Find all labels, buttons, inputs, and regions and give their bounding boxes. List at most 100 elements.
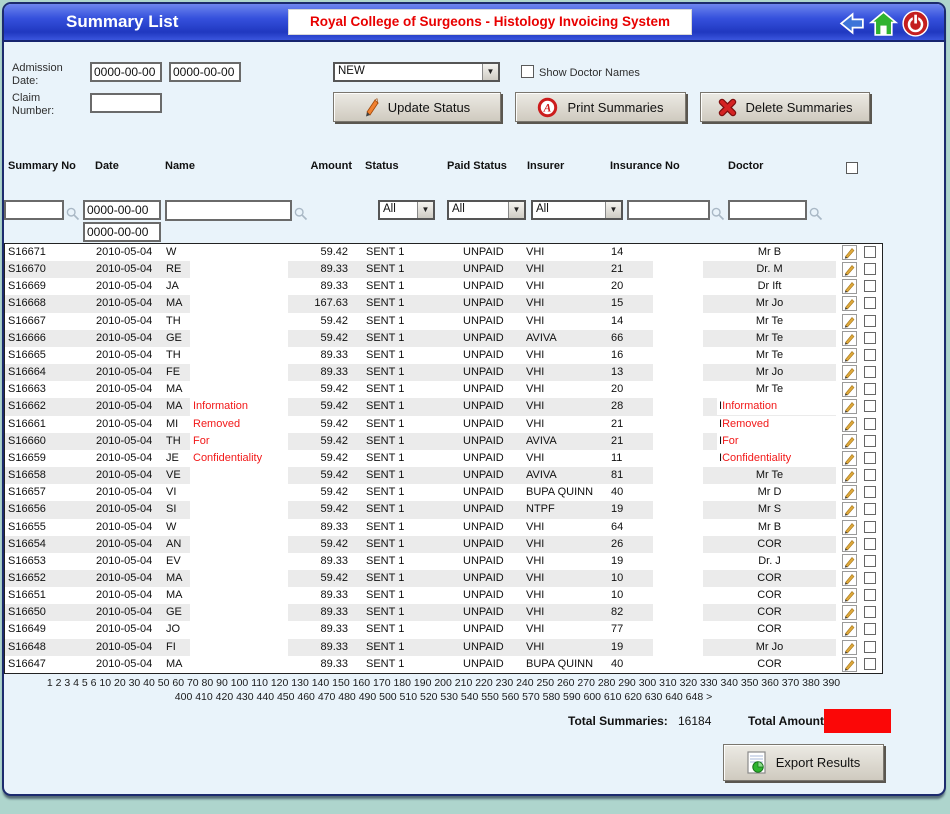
row-checkbox[interactable] — [864, 555, 876, 567]
table-row[interactable]: S16671 2010-05-04 W 59.42 SENT 1 UNPAID … — [5, 244, 882, 261]
row-checkbox[interactable] — [864, 503, 876, 515]
row-checkbox[interactable] — [864, 521, 876, 533]
table-row[interactable]: S16654 2010-05-04 AN 59.42 SENT 1 UNPAID… — [5, 536, 882, 553]
pagination-line-1[interactable]: 1 2 3 4 5 6 10 20 30 40 50 60 70 80 90 1… — [4, 677, 883, 689]
search-name-input[interactable] — [165, 200, 292, 221]
table-row[interactable]: S16657 2010-05-04 VI 59.42 SENT 1 UNPAID… — [5, 484, 882, 501]
claim-number-input[interactable] — [90, 93, 162, 113]
row-checkbox[interactable] — [864, 349, 876, 361]
search-doctor-input[interactable] — [728, 200, 807, 220]
row-checkbox[interactable] — [864, 572, 876, 584]
power-icon[interactable] — [901, 9, 930, 38]
select-all-checkbox[interactable] — [846, 162, 858, 174]
edit-icon[interactable] — [842, 417, 857, 432]
edit-icon[interactable] — [842, 502, 857, 517]
edit-icon[interactable] — [842, 331, 857, 346]
edit-icon[interactable] — [842, 365, 857, 380]
table-row[interactable]: S16651 2010-05-04 MA 89.33 SENT 1 UNPAID… — [5, 587, 882, 604]
row-checkbox[interactable] — [864, 658, 876, 670]
row-checkbox[interactable] — [864, 452, 876, 464]
table-row[interactable]: S16668 2010-05-04 MA 167.63 SENT 1 UNPAI… — [5, 295, 882, 312]
row-checkbox[interactable] — [864, 486, 876, 498]
edit-icon[interactable] — [842, 451, 857, 466]
row-checkbox[interactable] — [864, 435, 876, 447]
search-summary-no-input[interactable] — [4, 200, 64, 220]
edit-icon[interactable] — [842, 485, 857, 500]
table-row[interactable]: S16662 2010-05-04 MA Information 59.42 S… — [5, 398, 882, 415]
update-status-button[interactable]: Update Status — [333, 92, 501, 122]
edit-icon[interactable] — [842, 554, 857, 569]
edit-icon[interactable] — [842, 622, 857, 637]
home-icon[interactable] — [869, 9, 898, 38]
edit-icon[interactable] — [842, 296, 857, 311]
edit-icon[interactable] — [842, 640, 857, 655]
row-checkbox[interactable] — [864, 400, 876, 412]
table-row[interactable]: S16663 2010-05-04 MA 59.42 SENT 1 UNPAID… — [5, 381, 882, 398]
row-checkbox[interactable] — [864, 589, 876, 601]
edit-icon[interactable] — [842, 571, 857, 586]
table-row[interactable]: S16656 2010-05-04 SI 59.42 SENT 1 UNPAID… — [5, 501, 882, 518]
row-checkbox[interactable] — [864, 332, 876, 344]
table-row[interactable]: S16658 2010-05-04 VE 59.42 SENT 1 UNPAID… — [5, 467, 882, 484]
back-icon[interactable] — [837, 9, 866, 38]
table-row[interactable]: S16649 2010-05-04 JO 89.33 SENT 1 UNPAID… — [5, 621, 882, 638]
edit-icon[interactable] — [842, 262, 857, 277]
row-checkbox[interactable] — [864, 418, 876, 430]
edit-icon[interactable] — [842, 399, 857, 414]
table-row[interactable]: S16664 2010-05-04 FE 89.33 SENT 1 UNPAID… — [5, 364, 882, 381]
admission-date-from-input[interactable] — [90, 62, 162, 82]
edit-icon[interactable] — [842, 657, 857, 672]
table-row[interactable]: S16655 2010-05-04 W 89.33 SENT 1 UNPAID … — [5, 519, 882, 536]
edit-icon[interactable] — [842, 382, 857, 397]
pagination-line-2[interactable]: 400 410 420 430 440 450 460 470 480 490 … — [4, 691, 883, 703]
row-checkbox[interactable] — [864, 366, 876, 378]
edit-icon[interactable] — [842, 279, 857, 294]
print-summaries-button[interactable]: A Print Summaries — [515, 92, 686, 122]
table-row[interactable]: S16665 2010-05-04 TH 89.33 SENT 1 UNPAID… — [5, 347, 882, 364]
row-checkbox[interactable] — [864, 383, 876, 395]
search-insurance-no-input[interactable] — [627, 200, 710, 220]
edit-icon[interactable] — [842, 605, 857, 620]
edit-icon[interactable] — [842, 348, 857, 363]
table-row[interactable]: S16647 2010-05-04 MA 89.33 SENT 1 UNPAID… — [5, 656, 882, 673]
show-doctor-names-checkbox[interactable] — [521, 65, 534, 78]
delete-summaries-button[interactable]: Delete Summaries — [700, 92, 870, 122]
table-row[interactable]: S16659 2010-05-04 JE Confidentiality 59.… — [5, 450, 882, 467]
row-checkbox[interactable] — [864, 297, 876, 309]
search-date-from-input[interactable] — [83, 200, 161, 220]
export-results-button[interactable]: Export Results — [723, 744, 884, 781]
table-row[interactable]: S16667 2010-05-04 TH 59.42 SENT 1 UNPAID… — [5, 313, 882, 330]
cell-status: SENT 1 — [366, 621, 404, 638]
search-date-to-input[interactable] — [83, 222, 161, 242]
search-insurer-select[interactable]: All ▼ — [531, 200, 623, 220]
status-update-select[interactable]: NEW ▼ — [333, 62, 500, 82]
row-checkbox[interactable] — [864, 263, 876, 275]
search-status-select[interactable]: All ▼ — [378, 200, 435, 220]
row-checkbox[interactable] — [864, 623, 876, 635]
edit-icon[interactable] — [842, 520, 857, 535]
edit-icon[interactable] — [842, 588, 857, 603]
row-checkbox[interactable] — [864, 641, 876, 653]
row-checkbox[interactable] — [864, 606, 876, 618]
table-row[interactable]: S16660 2010-05-04 TH For 59.42 SENT 1 UN… — [5, 433, 882, 450]
edit-icon[interactable] — [842, 537, 857, 552]
search-paid-status-select[interactable]: All ▼ — [447, 200, 526, 220]
row-checkbox[interactable] — [864, 280, 876, 292]
table-row[interactable]: S16650 2010-05-04 GE 89.33 SENT 1 UNPAID… — [5, 604, 882, 621]
admission-date-to-input[interactable] — [169, 62, 241, 82]
table-row[interactable]: S16670 2010-05-04 RE 89.33 SENT 1 UNPAID… — [5, 261, 882, 278]
edit-icon[interactable] — [842, 314, 857, 329]
row-checkbox[interactable] — [864, 469, 876, 481]
table-row[interactable]: S16669 2010-05-04 JA 89.33 SENT 1 UNPAID… — [5, 278, 882, 295]
edit-icon[interactable] — [842, 245, 857, 260]
table-row[interactable]: S16661 2010-05-04 MI Removed 59.42 SENT … — [5, 416, 882, 433]
row-checkbox[interactable] — [864, 538, 876, 550]
table-row[interactable]: S16652 2010-05-04 MA 59.42 SENT 1 UNPAID… — [5, 570, 882, 587]
edit-icon[interactable] — [842, 468, 857, 483]
row-checkbox[interactable] — [864, 315, 876, 327]
row-checkbox[interactable] — [864, 246, 876, 258]
edit-icon[interactable] — [842, 434, 857, 449]
table-row[interactable]: S16653 2010-05-04 EV 89.33 SENT 1 UNPAID… — [5, 553, 882, 570]
table-row[interactable]: S16648 2010-05-04 FI 89.33 SENT 1 UNPAID… — [5, 639, 882, 656]
table-row[interactable]: S16666 2010-05-04 GE 59.42 SENT 1 UNPAID… — [5, 330, 882, 347]
